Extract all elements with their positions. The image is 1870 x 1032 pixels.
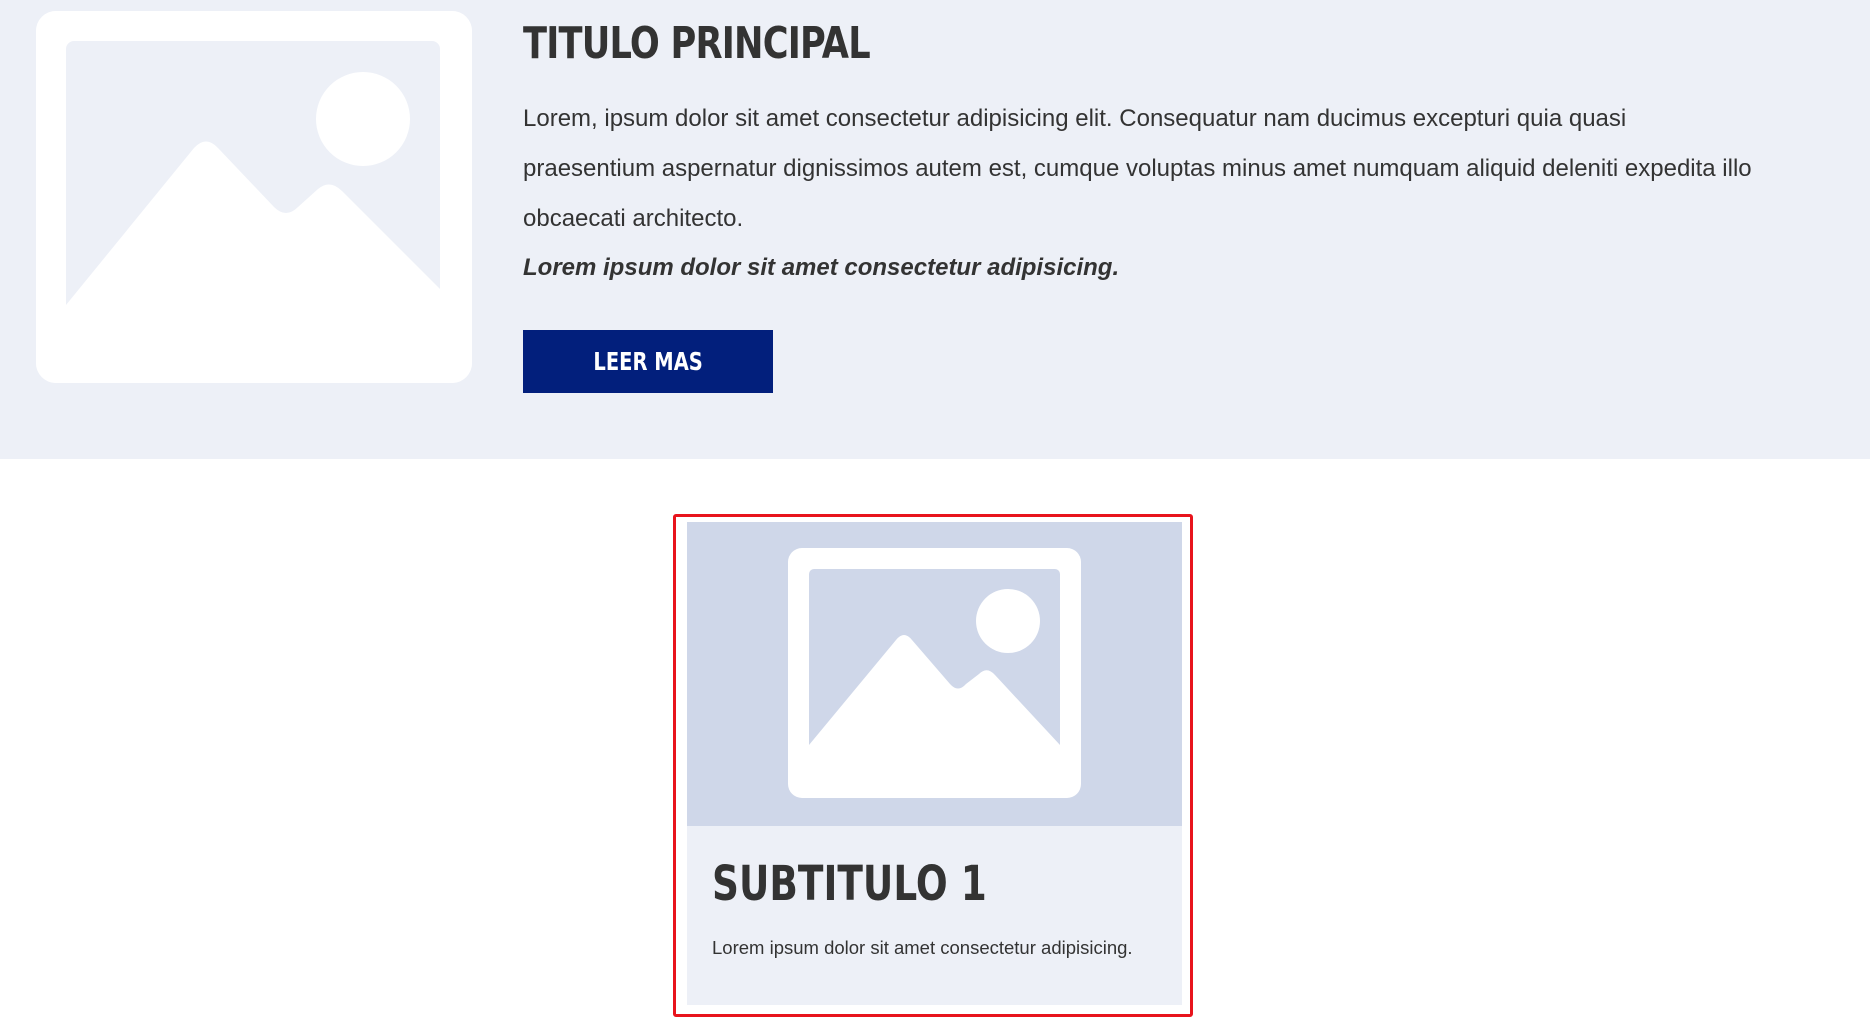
read-more-button[interactable]: LEER MAS xyxy=(523,330,773,393)
image-placeholder-icon xyxy=(788,548,1081,798)
card-title: SUBTITULO 1 xyxy=(712,856,987,912)
card-description: Lorem ipsum dolor sit amet consectetur a… xyxy=(712,937,1133,958)
hero-image-placeholder xyxy=(36,11,472,383)
hero-section: TITULO PRINCIPAL Lorem, ipsum dolor sit … xyxy=(0,0,1870,459)
read-more-button-label: LEER MAS xyxy=(593,347,703,376)
page-title: TITULO PRINCIPAL xyxy=(523,18,871,69)
card-image-placeholder xyxy=(687,522,1182,826)
hero-emphasis-text: Lorem ipsum dolor sit amet consectetur a… xyxy=(523,254,1120,281)
feature-card[interactable]: SUBTITULO 1 Lorem ipsum dolor sit amet c… xyxy=(687,522,1182,1005)
hero-description: Lorem, ipsum dolor sit amet consectetur … xyxy=(523,105,1752,232)
image-placeholder-icon xyxy=(36,11,472,383)
